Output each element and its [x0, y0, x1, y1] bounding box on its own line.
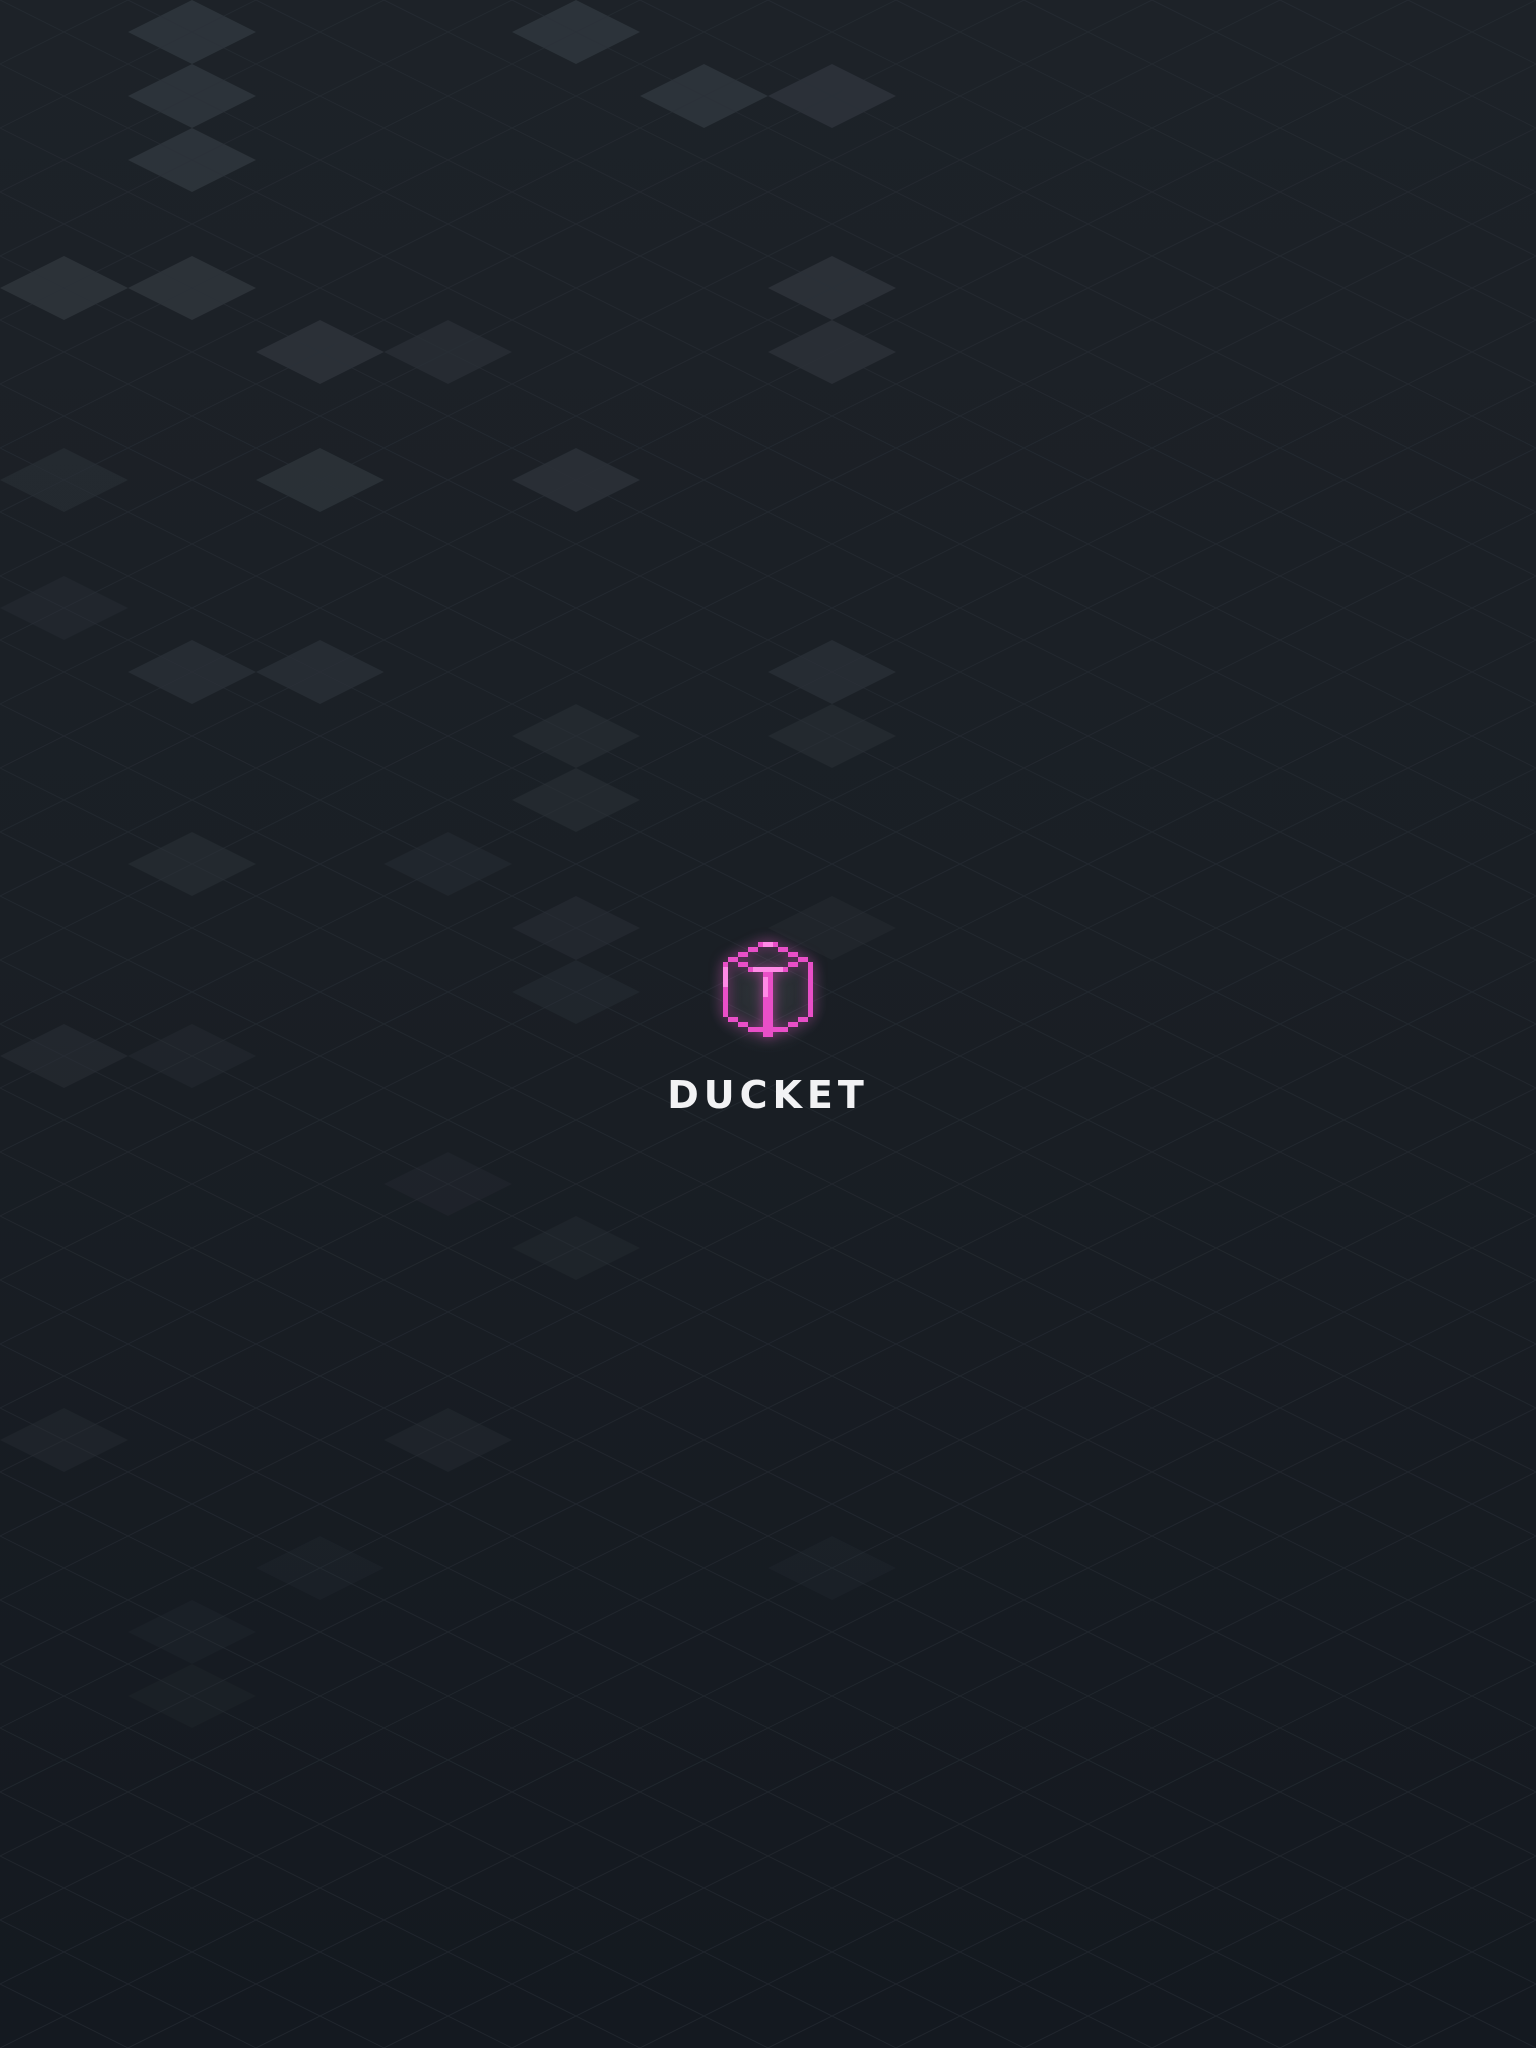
app-name: DUCKET [667, 1073, 869, 1117]
splash-screen: DUCKET [0, 930, 1536, 1114]
pixel-cube-icon [723, 942, 813, 1037]
app-logo [706, 930, 830, 1054]
